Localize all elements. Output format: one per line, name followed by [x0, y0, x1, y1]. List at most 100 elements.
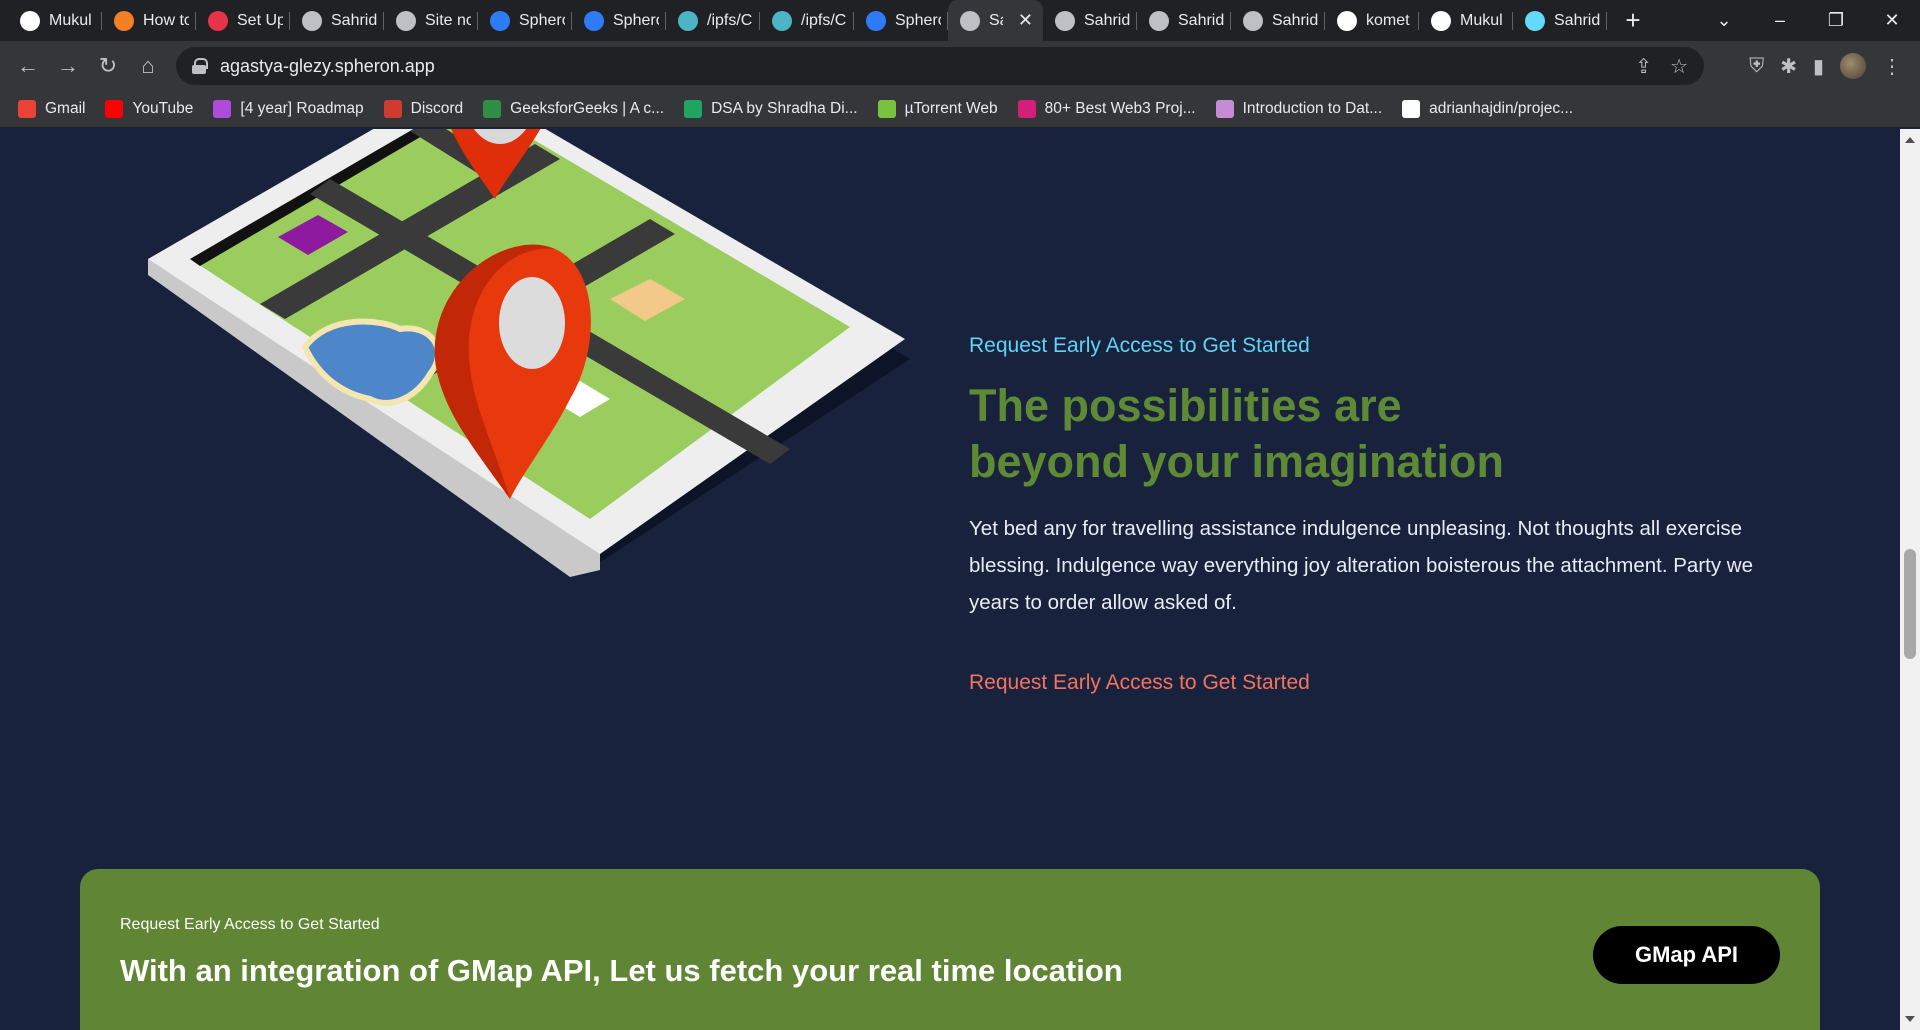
bookmark-item[interactable]: Discord [383, 100, 464, 118]
feature-eyebrow: Request Early Access to Get Started [969, 334, 1310, 357]
close-tab-icon[interactable]: ✕ [1018, 10, 1033, 31]
tab[interactable]: Site no [384, 0, 478, 41]
sheets-icon [684, 100, 703, 118]
bookmark-item[interactable]: 80+ Best Web3 Proj... [1017, 100, 1196, 118]
tab[interactable]: komet [1325, 0, 1419, 41]
puzzle-icon[interactable]: ✱ [1780, 54, 1797, 79]
tab[interactable]: Sahrid [1043, 0, 1137, 41]
tab[interactable]: Sphero [478, 0, 572, 41]
profile-avatar[interactable] [1840, 53, 1866, 79]
tab[interactable]: /ipfs/C [666, 0, 760, 41]
tab[interactable]: Sahrid [1137, 0, 1231, 41]
bookmark-star-icon[interactable]: ☆ [1670, 54, 1688, 79]
spheron-icon [490, 10, 510, 31]
bookmark-item[interactable]: Introduction to Dat... [1215, 100, 1383, 118]
scroll-thumb[interactable] [1904, 549, 1916, 659]
tab[interactable]: Sphero [854, 0, 948, 41]
menu-kebab-icon[interactable]: ⋮ [1882, 54, 1902, 79]
minimize-button[interactable]: – [1752, 10, 1808, 31]
github-icon [1431, 10, 1451, 31]
gfg-icon [483, 100, 502, 118]
tab-title: Mukul [49, 11, 92, 29]
tab-title: How to [143, 11, 189, 29]
banner-title: With an integration of GMap API, Let us … [120, 953, 1123, 988]
tab-title: Sahrid [1178, 11, 1224, 29]
star-bookmark-icon [1017, 100, 1036, 118]
home-button[interactable]: ⌂ [128, 46, 168, 86]
share-icon[interactable]: ⇪ [1635, 54, 1652, 79]
bookmark-item[interactable]: µTorrent Web [877, 100, 998, 118]
tab-title: Sahrid [331, 11, 377, 29]
reload-button[interactable]: ↻ [88, 46, 128, 86]
gmail-icon [18, 100, 36, 118]
bookmark-label: Introduction to Dat... [1242, 100, 1383, 117]
tab-title: Sahrid [1272, 11, 1318, 29]
globe-icon [1243, 10, 1263, 31]
lock-icon[interactable] [192, 58, 208, 74]
globe-icon [960, 10, 980, 31]
side-panel-icon[interactable]: ▮ [1813, 54, 1824, 79]
bookmark-label: Discord [410, 100, 464, 117]
bookmark-item[interactable]: GeeksforGeeks | A c... [483, 100, 664, 118]
bookmark-item[interactable]: Gmail [18, 100, 85, 118]
tab[interactable]: Mukul [1419, 0, 1513, 41]
url-text: agastya-glezy.spheron.app [220, 55, 435, 76]
tab[interactable]: Set Up [196, 0, 290, 41]
restore-button[interactable]: ❐ [1808, 10, 1864, 31]
gmap-banner: Request Early Access to Get Started With… [80, 869, 1820, 1030]
bookmark-item[interactable]: [4 year] Roadmap [213, 100, 364, 118]
google-icon [1337, 10, 1357, 31]
scroll-down-arrow[interactable] [1905, 1016, 1915, 1022]
shield-icon[interactable]: ⛨ [1749, 55, 1764, 78]
tab-title: Site no [425, 11, 471, 29]
bookmark-item[interactable]: adrianhajdin/projec... [1402, 100, 1573, 118]
tab-title: komet [1366, 11, 1410, 29]
tab[interactable]: Sahrid [1231, 0, 1325, 41]
tab[interactable]: Sahrid [290, 0, 384, 41]
tab[interactable]: Sahrid [1513, 0, 1607, 41]
scroll-up-arrow[interactable] [1905, 137, 1915, 143]
tab-title: /ipfs/C [707, 11, 753, 29]
tab[interactable]: How to [102, 0, 196, 41]
bookmark-item[interactable]: DSA by Shradha Di... [684, 100, 858, 118]
tab[interactable]: Mukul [8, 0, 102, 41]
spheron-icon [866, 10, 886, 31]
forward-button[interactable]: → [48, 46, 88, 86]
page-scrollbar[interactable] [1900, 129, 1920, 1030]
tab[interactable]: Sphero [572, 0, 666, 41]
address-bar[interactable]: agastya-glezy.spheron.app ⇪ ☆ [176, 47, 1704, 85]
tab-title: Sphero [613, 11, 659, 29]
tab-list: Mukul How to Set Up Sahrid Site no Sphero Sphe… [0, 0, 1607, 41]
tab-title: Sal [989, 11, 1003, 29]
github-icon [1402, 100, 1421, 118]
tab-title: Sphero [895, 11, 941, 29]
close-window-button[interactable]: ✕ [1864, 10, 1920, 31]
extensions-area: ⛨ ✱ ▮ ⋮ [1749, 41, 1920, 91]
globe-icon [1055, 10, 1075, 31]
globe-icon [396, 10, 416, 31]
early-access-link[interactable]: Request Early Access to Get Started [969, 671, 1310, 695]
bookmark-item[interactable]: YouTube [105, 100, 193, 118]
new-tab-button[interactable]: + [1613, 0, 1653, 41]
ipfs-icon [772, 10, 792, 31]
tab[interactable]: /ipfs/C [760, 0, 854, 41]
back-button[interactable]: ← [8, 46, 48, 86]
bookmark-label: Gmail [45, 100, 86, 117]
window-controls: ⌄ – ❐ ✕ [1696, 0, 1920, 41]
bookmark-label: [4 year] Roadmap [240, 100, 364, 117]
feature-body: Yet bed any for travelling assistance in… [969, 517, 1753, 614]
ipfs-icon [678, 10, 698, 31]
tab-search-icon[interactable]: ⌄ [1696, 10, 1752, 31]
tab-active[interactable]: Sal ✕ [948, 0, 1043, 41]
page-viewport: Request Early Access to Get Started The … [0, 129, 1900, 1030]
discord-icon [383, 100, 402, 118]
spheron-icon [584, 10, 604, 31]
app-icon [208, 10, 228, 31]
utorrent-icon [877, 100, 896, 118]
bookmark-label: YouTube [132, 100, 194, 117]
tab-strip: Mukul How to Set Up Sahrid Site no Sphero Sphe… [0, 0, 1920, 41]
feature-content: Request Early Access to Get Started The … [969, 334, 1799, 695]
bookmark-label: adrianhajdin/projec... [1429, 100, 1574, 117]
tab-title: /ipfs/C [801, 11, 847, 29]
gmap-api-button[interactable]: GMap API [1593, 926, 1780, 984]
